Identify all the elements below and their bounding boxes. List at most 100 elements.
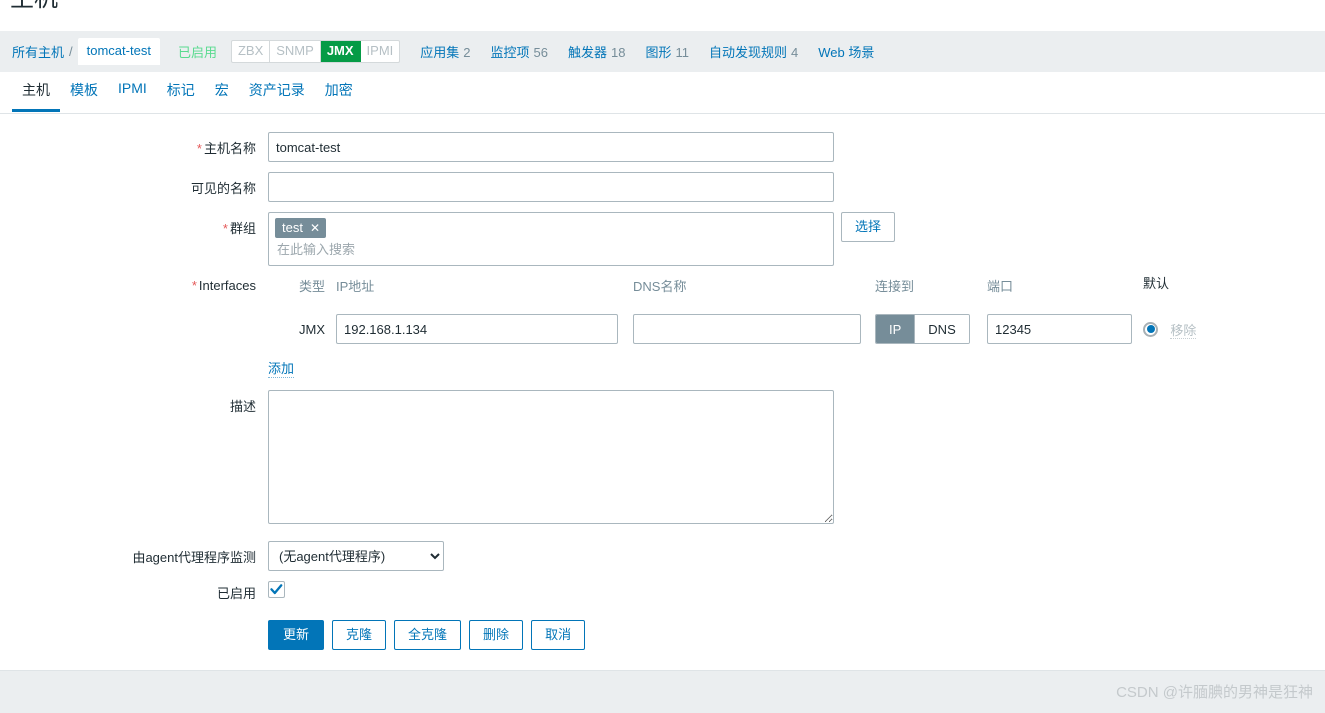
check-icon	[270, 584, 283, 595]
nav-count-graphs: 11	[675, 45, 690, 60]
nav-count-applications: 2	[463, 45, 471, 60]
full-clone-button[interactable]: 全克隆	[394, 620, 462, 650]
tab-host[interactable]: 主机	[12, 72, 60, 112]
breadcrumb-bar: 所有主机 / tomcat-test 已启用 ZBX SNMP JMX IPMI…	[0, 31, 1325, 72]
tab-encryption[interactable]: 加密	[315, 72, 363, 111]
interface-port-input[interactable]	[987, 314, 1132, 344]
watermark-text: CSDN @许腼腆的男神是狂神	[1116, 684, 1313, 701]
connect-to-toggle: IP DNS	[875, 314, 970, 344]
nav-count-discovery-rules: 4	[791, 45, 799, 60]
page-footer: CSDN @许腼腆的男神是狂神	[0, 670, 1325, 713]
required-marker-groups: *	[222, 221, 228, 236]
radio-selected-dot	[1146, 325, 1155, 333]
clone-button[interactable]: 克隆	[332, 620, 387, 650]
form-action-buttons: 更新 克隆 全克隆 删除 取消	[268, 612, 1325, 650]
interface-default-radio[interactable]	[1143, 321, 1158, 337]
label-actions-spacer	[0, 612, 268, 618]
nav-link-graphs[interactable]: 图形 11	[646, 42, 690, 61]
description-textarea[interactable]	[268, 390, 834, 524]
host-configuration-page: 主机 所有主机 / tomcat-test 已启用 ZBX SNMP JMX I…	[0, 0, 1325, 713]
proxy-select[interactable]: (无agent代理程序)	[268, 541, 444, 571]
nav-link-items[interactable]: 监控项 56	[491, 42, 548, 61]
label-enabled: 已启用	[216, 586, 256, 601]
required-marker-host-name: *	[196, 141, 202, 156]
nav-count-triggers: 18	[611, 45, 626, 60]
tab-tags[interactable]: 标记	[157, 72, 205, 111]
label-visible-name: 可见的名称	[190, 181, 256, 196]
label-text-interfaces: Interfaces	[198, 278, 256, 293]
tab-ipmi[interactable]: IPMI	[108, 72, 157, 107]
nav-link-discovery-rules[interactable]: 自动发现规则 4	[709, 42, 798, 61]
groups-multiselect[interactable]: test ✕	[268, 212, 834, 266]
breadcrumb: 所有主机 / tomcat-test 已启用 ZBX SNMP JMX IPMI…	[0, 31, 1325, 72]
field-row-actions: 更新 克隆 全克隆 删除 取消	[0, 612, 1325, 650]
interface-remove-link: 移除	[1170, 322, 1197, 339]
nav-link-applications[interactable]: 应用集 2	[420, 42, 470, 61]
host-name-input[interactable]	[268, 132, 834, 162]
interface-row: JMX IP DNS	[268, 312, 1325, 346]
interface-ip-input[interactable]	[336, 314, 618, 344]
nav-link-web-scenarios[interactable]: Web 场景	[818, 42, 874, 61]
visible-name-input[interactable]	[268, 172, 834, 202]
interface-badge-ipmi[interactable]: IPMI	[361, 41, 400, 62]
host-form: *主机名称 可见的名称 *群组 test ✕	[0, 114, 1325, 670]
label-interfaces: * Interfaces	[0, 276, 268, 293]
interface-badge-snmp[interactable]: SNMP	[270, 41, 321, 62]
nav-label-web-scenarios: Web 场景	[818, 45, 875, 60]
tab-macros[interactable]: 宏	[205, 72, 239, 111]
label-host-name: * 主机名称	[0, 132, 268, 157]
connect-to-dns-option[interactable]: DNS	[915, 315, 969, 343]
enabled-checkbox[interactable]	[268, 581, 285, 598]
col-header-dns: DNS名称	[633, 279, 687, 294]
breadcrumb-separator: /	[69, 44, 73, 59]
nav-label-items: 监控项	[490, 45, 530, 60]
field-row-enabled: 已启用	[0, 581, 1325, 602]
connect-to-ip-option[interactable]: IP	[876, 315, 916, 343]
group-chip-remove-icon[interactable]: ✕	[310, 222, 320, 234]
label-proxy: 由agent代理程序监测	[132, 550, 256, 565]
nav-label-applications: 应用集	[420, 45, 460, 60]
interface-dns-input[interactable]	[633, 314, 861, 344]
field-row-visible-name: 可见的名称	[0, 172, 1325, 202]
interface-badge-group: ZBX SNMP JMX IPMI	[230, 40, 401, 63]
field-row-host-name: * 主机名称	[0, 132, 1325, 162]
required-marker-interfaces: *	[191, 278, 197, 293]
tab-templates[interactable]: 模板	[60, 72, 108, 111]
page-title-container: 主机	[10, 0, 58, 18]
label-groups: * 群组	[0, 212, 268, 237]
interface-badge-jmx[interactable]: JMX	[320, 41, 361, 62]
tab-inventory[interactable]: 资产记录	[239, 72, 315, 111]
interfaces-header-row: 类型 IP地址 DNS名称 连接到 端口 默认	[268, 276, 1325, 312]
nav-link-triggers[interactable]: 触发器 18	[568, 42, 625, 61]
add-interface-link[interactable]: 添加	[268, 358, 295, 378]
field-row-interfaces: *Interfaces 类型 IP地址 DNS名称 连接到 端口 默认 JMX	[0, 276, 1325, 382]
nav-label-triggers: 触发器	[568, 45, 608, 60]
label-text-host-name: 主机名称	[203, 141, 256, 156]
field-row-proxy: 由agent代理程序监测 (无agent代理程序)	[0, 541, 1325, 571]
col-header-connect-to: 连接到	[875, 279, 915, 294]
update-button[interactable]: 更新	[268, 620, 325, 650]
interface-badge-zbx[interactable]: ZBX	[232, 41, 271, 62]
col-header-default: 默认	[1143, 276, 1170, 291]
group-chip-test: test ✕	[275, 218, 327, 238]
delete-button[interactable]: 删除	[469, 620, 524, 650]
label-description: 描述	[229, 399, 256, 414]
group-chip-label: test	[282, 220, 303, 235]
col-header-port: 端口	[987, 279, 1014, 294]
field-row-groups: *群组 test ✕ 选择	[0, 212, 1325, 266]
nav-label-discovery-rules: 自动发现规则	[709, 45, 788, 60]
label-text-groups: 群组	[229, 221, 256, 236]
breadcrumb-all-hosts-link[interactable]: 所有主机	[12, 42, 64, 61]
breadcrumb-current-host[interactable]: tomcat-test	[77, 38, 160, 65]
host-status-badge: 已启用	[177, 45, 217, 60]
interface-type-value: JMX	[299, 321, 325, 337]
nav-label-graphs: 图形	[645, 45, 672, 60]
page-title: 主机	[10, 0, 58, 14]
groups-search-input[interactable]	[275, 238, 827, 257]
cancel-button[interactable]: 取消	[531, 620, 586, 650]
col-header-type: 类型	[298, 279, 325, 294]
select-groups-button[interactable]: 选择	[841, 212, 896, 242]
form-tab-strip: 主机 模板 IPMI 标记 宏 资产记录 加密	[0, 72, 1325, 114]
col-header-ip: IP地址	[336, 279, 375, 294]
nav-count-items: 56	[533, 45, 549, 60]
